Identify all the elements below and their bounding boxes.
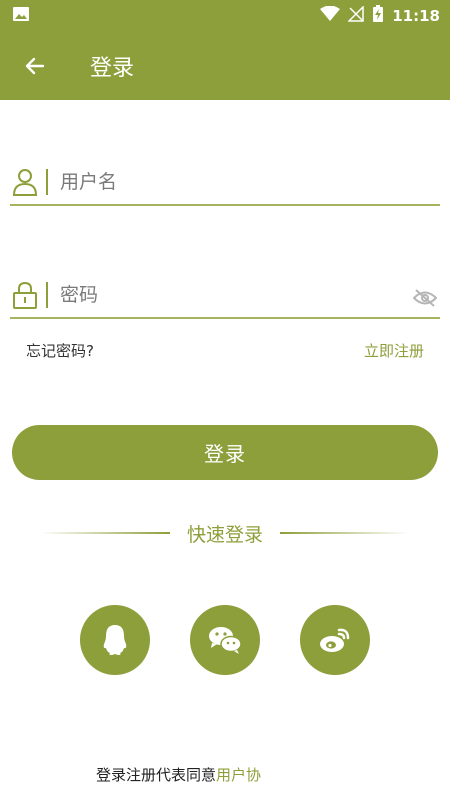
wechat-icon <box>209 627 242 654</box>
status-time: 11:18 <box>392 7 440 25</box>
lock-icon <box>10 280 40 310</box>
no-signal-icon <box>347 5 364 26</box>
app-bar: 登录 <box>0 32 450 100</box>
status-bar: 11:18 <box>0 0 450 32</box>
weibo-icon <box>320 628 350 652</box>
wechat-login-button[interactable] <box>190 605 260 675</box>
wifi-icon <box>320 5 341 26</box>
back-button[interactable] <box>0 32 70 100</box>
qq-icon <box>103 625 127 655</box>
battery-charging-icon <box>372 5 384 27</box>
password-input[interactable] <box>60 275 410 315</box>
qq-login-button[interactable] <box>80 605 150 675</box>
quick-login-label: 快速登录 <box>186 524 263 546</box>
username-field <box>10 160 440 206</box>
image-notification-icon <box>12 6 30 26</box>
arrow-left-icon <box>25 57 45 75</box>
field-divider <box>46 169 48 195</box>
password-field <box>10 273 440 319</box>
forgot-password-link[interactable]: 忘记密码? <box>26 340 94 361</box>
login-button[interactable]: 登录 <box>12 425 438 480</box>
divider-line-left <box>40 532 170 534</box>
terms-text: 登录注册代表同意 <box>96 766 217 784</box>
username-input[interactable] <box>60 162 440 202</box>
quick-login-divider: 快速登录 <box>0 518 450 548</box>
status-icons: 11:18 <box>320 5 440 27</box>
eye-off-icon[interactable] <box>410 283 440 313</box>
field-divider <box>46 282 48 308</box>
terms-notice: 登录注册代表同意用户协 <box>96 764 261 785</box>
user-agreement-link[interactable]: 用户协 <box>216 766 261 784</box>
divider-line-right <box>280 532 410 534</box>
page-title: 登录 <box>90 56 135 81</box>
user-icon <box>10 167 40 197</box>
weibo-login-button[interactable] <box>300 605 370 675</box>
register-link[interactable]: 立即注册 <box>364 340 424 361</box>
